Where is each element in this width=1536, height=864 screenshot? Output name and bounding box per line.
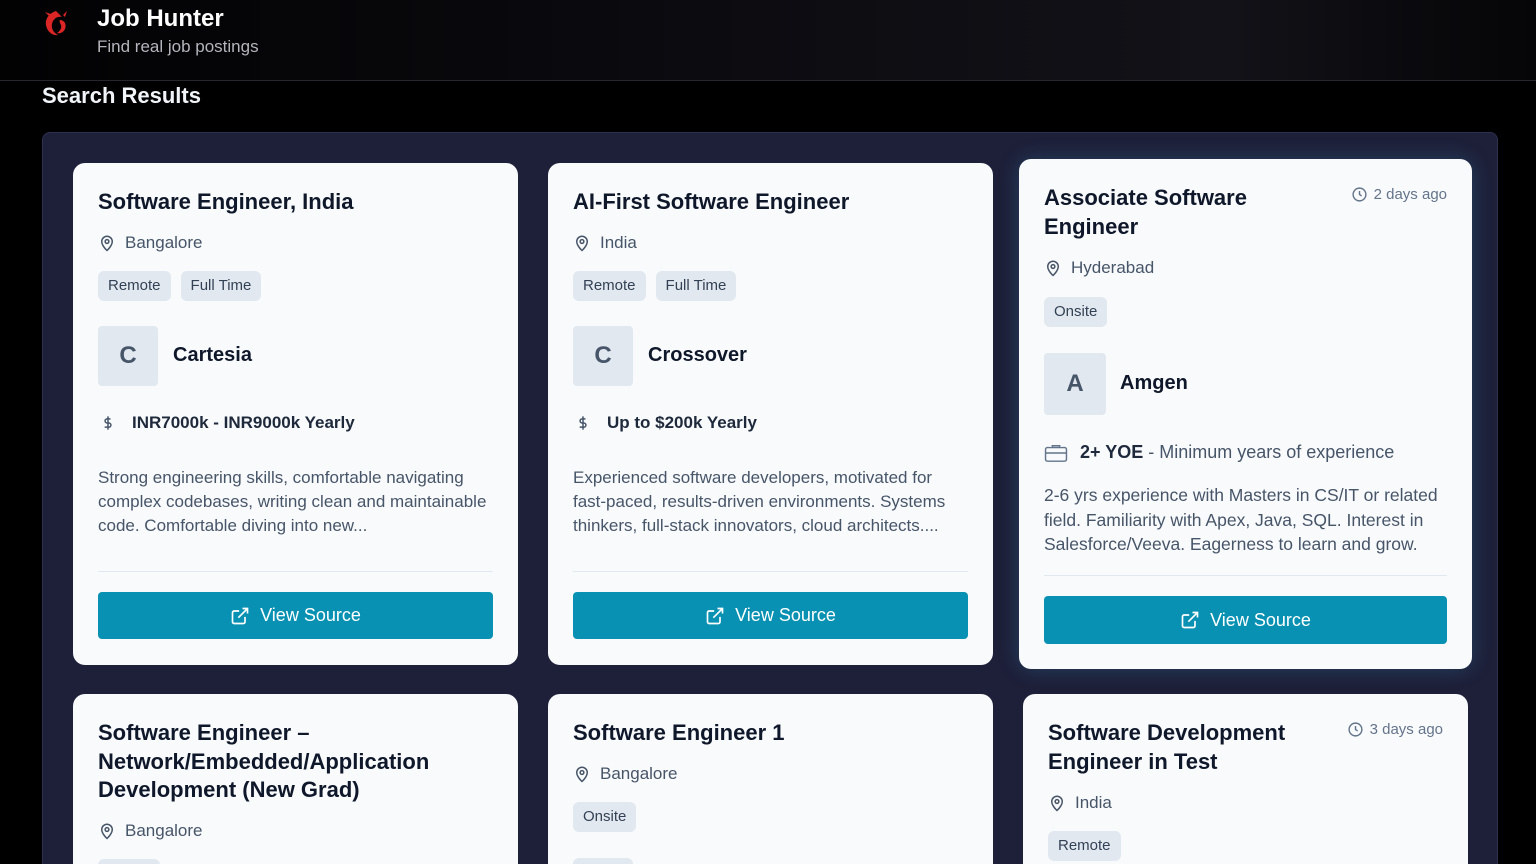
view-source-label: View Source bbox=[1210, 609, 1311, 630]
experience-value: 2+ YOE bbox=[1080, 442, 1144, 462]
app-subtitle: Find real job postings bbox=[97, 37, 259, 56]
tag-list bbox=[573, 858, 633, 864]
job-card[interactable]: AI-First Software Engineer India Remote … bbox=[548, 163, 993, 665]
clock-icon bbox=[1351, 186, 1368, 203]
tag bbox=[573, 858, 633, 864]
view-source-label: View Source bbox=[260, 605, 361, 625]
briefcase-icon bbox=[1044, 443, 1068, 463]
map-pin-icon bbox=[98, 822, 116, 840]
job-title[interactable]: Software Development Engineer in Test bbox=[1048, 719, 1308, 776]
experience-label: - Minimum years of experience bbox=[1148, 442, 1395, 462]
dollar-icon bbox=[98, 413, 118, 433]
posted-label: 3 days ago bbox=[1369, 721, 1443, 738]
salary-label: INR7000k - INR9000k Yearly bbox=[132, 413, 355, 432]
section-title: Search Results bbox=[42, 83, 201, 108]
view-source-label: View Source bbox=[735, 605, 836, 625]
company-name: Amgen bbox=[1120, 372, 1188, 394]
view-source-button[interactable]: View Source bbox=[1044, 596, 1447, 644]
external-link-icon bbox=[230, 606, 250, 626]
job-title[interactable]: Software Engineer 1 bbox=[573, 719, 785, 748]
tag-list: Remote Full Time bbox=[573, 271, 737, 301]
map-pin-icon bbox=[1044, 259, 1062, 277]
job-card[interactable]: Software Engineer – Network/Embedded/App… bbox=[73, 694, 518, 864]
job-location: Bangalore bbox=[98, 233, 203, 253]
view-source-button[interactable]: View Source bbox=[98, 592, 493, 639]
tag-list: Onsite bbox=[573, 802, 637, 832]
salary: INR7000k - INR9000k Yearly bbox=[98, 413, 355, 433]
divider bbox=[573, 571, 968, 572]
location-label: Bangalore bbox=[600, 764, 678, 783]
app-header: Job Hunter Find real job postings bbox=[0, 0, 1536, 81]
job-title[interactable]: Associate Software Engineer bbox=[1044, 184, 1294, 241]
location-label: Hyderabad bbox=[1071, 258, 1155, 277]
job-card[interactable]: Software Development Engineer in Test 3 … bbox=[1023, 694, 1468, 864]
external-link-icon bbox=[705, 606, 725, 626]
tag-list: Remote Full Time bbox=[98, 271, 262, 301]
results-panel: Software Engineer, India Bangalore Remot… bbox=[42, 132, 1498, 864]
job-description: 2-6 yrs experience with Masters in CS/IT… bbox=[1044, 485, 1438, 554]
tag bbox=[98, 859, 160, 864]
job-description: Experienced software developers, motivat… bbox=[573, 468, 946, 535]
view-source-button[interactable]: View Source bbox=[573, 592, 968, 639]
job-location: India bbox=[573, 233, 637, 253]
location-label: Bangalore bbox=[125, 233, 203, 252]
tag: Remote bbox=[573, 271, 646, 301]
company-name: Cartesia bbox=[173, 344, 252, 366]
company-avatar: C bbox=[573, 326, 633, 386]
job-location: Hyderabad bbox=[1044, 258, 1154, 278]
job-title[interactable]: AI-First Software Engineer bbox=[573, 188, 849, 217]
salary: Up to $200k Yearly bbox=[573, 413, 757, 433]
experience: 2+ YOE - Minimum years of experience bbox=[1044, 442, 1394, 463]
tag: Remote bbox=[1048, 831, 1121, 861]
job-card[interactable]: Software Engineer, India Bangalore Remot… bbox=[73, 163, 518, 665]
job-description: Strong engineering skills, comfortable n… bbox=[98, 468, 487, 535]
company-name: Crossover bbox=[648, 344, 747, 366]
location-label: Bangalore bbox=[125, 821, 203, 840]
posted-label: 2 days ago bbox=[1373, 186, 1447, 203]
company-avatar: C bbox=[98, 326, 158, 386]
posted-time: 2 days ago bbox=[1351, 186, 1447, 203]
tag-list: Remote bbox=[1048, 831, 1121, 861]
map-pin-icon bbox=[573, 234, 591, 252]
job-card[interactable]: Associate Software Engineer 2 days ago H… bbox=[1019, 159, 1472, 669]
external-link-icon bbox=[1180, 610, 1200, 630]
tag: Remote bbox=[98, 271, 171, 301]
tag-list: Onsite bbox=[1044, 297, 1108, 327]
job-title[interactable]: Software Engineer, India bbox=[98, 188, 354, 217]
company-avatar: A bbox=[1044, 353, 1106, 415]
job-location: Bangalore bbox=[573, 764, 678, 784]
tag: Onsite bbox=[1044, 297, 1108, 327]
divider bbox=[1044, 575, 1447, 576]
dollar-icon bbox=[573, 413, 593, 433]
posted-time: 3 days ago bbox=[1347, 721, 1443, 738]
dragon-logo-icon[interactable] bbox=[40, 8, 72, 40]
clock-icon bbox=[1347, 721, 1364, 738]
app-title: Job Hunter bbox=[97, 5, 224, 32]
tag: Full Time bbox=[180, 271, 262, 301]
tag: Onsite bbox=[573, 802, 637, 832]
map-pin-icon bbox=[98, 234, 116, 252]
tag: Full Time bbox=[655, 271, 737, 301]
salary-label: Up to $200k Yearly bbox=[607, 413, 757, 432]
job-title[interactable]: Software Engineer – Network/Embedded/App… bbox=[98, 719, 478, 805]
tag-list bbox=[98, 859, 160, 864]
map-pin-icon bbox=[1048, 794, 1066, 812]
job-location: India bbox=[1048, 793, 1112, 813]
map-pin-icon bbox=[573, 765, 591, 783]
job-card[interactable]: Software Engineer 1 Bangalore Onsite bbox=[548, 694, 993, 864]
job-location: Bangalore bbox=[98, 821, 203, 841]
divider bbox=[98, 571, 493, 572]
location-label: India bbox=[1075, 793, 1112, 812]
location-label: India bbox=[600, 233, 637, 252]
